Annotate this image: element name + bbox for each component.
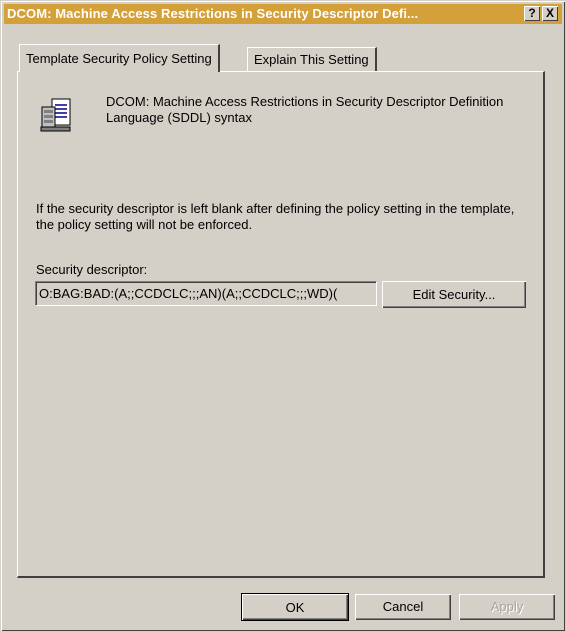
policy-name: DCOM: Machine Access Restrictions in Sec… — [106, 94, 504, 125]
tab-template-security-policy-setting[interactable]: Template Security Policy Setting — [19, 44, 220, 72]
ok-button[interactable]: OK — [241, 593, 349, 621]
security-descriptor-field[interactable]: O:BAG:BAD:(A;;CCDCLC;;;AN)(A;;CCDCLC;;;W… — [35, 281, 377, 306]
edit-security-button[interactable]: Edit Security... — [382, 281, 526, 308]
policy-note: If the security descriptor is left blank… — [36, 201, 515, 232]
security-descriptor-label: Security descriptor: — [36, 262, 148, 277]
apply-button[interactable]: Apply — [459, 594, 555, 620]
policy-properties-dialog: DCOM: Machine Access Restrictions in Sec… — [0, 0, 566, 632]
window-title: DCOM: Machine Access Restrictions in Sec… — [7, 6, 419, 21]
tab-explain-this-setting[interactable]: Explain This Setting — [247, 47, 377, 71]
close-button[interactable]: X — [542, 6, 558, 21]
policy-scroll-icon — [40, 98, 71, 132]
cancel-button[interactable]: Cancel — [355, 594, 451, 620]
help-button[interactable]: ? — [524, 6, 540, 21]
title-bar[interactable]: DCOM: Machine Access Restrictions in Sec… — [4, 4, 562, 24]
tab-panel — [17, 71, 545, 578]
